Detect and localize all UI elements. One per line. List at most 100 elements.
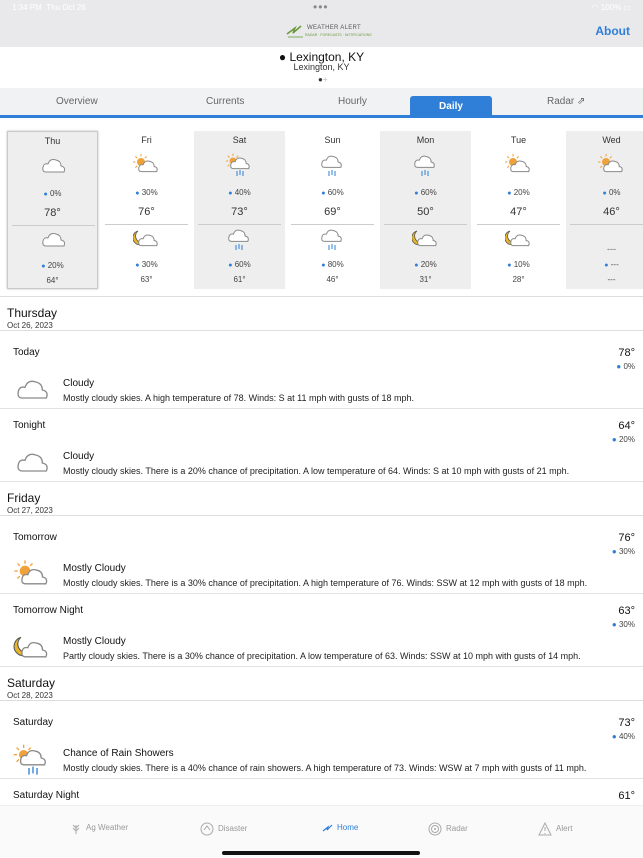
forecast-period[interactable]: Tomorrow 76° ● 30% Mostly Cloudy Mostly clou… [0, 521, 643, 594]
nav-disaster[interactable]: Disaster [200, 822, 247, 836]
period-description: Mostly cloudy skies. There is a 40% chan… [63, 763, 587, 773]
tab-currents[interactable]: Currents [206, 96, 244, 107]
cloudy-icon [42, 233, 66, 247]
tab-overview[interactable]: Overview [56, 96, 98, 107]
location-header[interactable]: ● Lexington, KY Lexington, KY ●+ [0, 47, 643, 88]
cloudy-icon [17, 453, 48, 472]
day-name: Thu [44, 136, 61, 146]
section-date: Oct 28, 2023 [7, 691, 53, 700]
divider [12, 225, 95, 226]
partly-cloudy-night-icon [505, 230, 530, 247]
day-precip: ● 20% [507, 188, 530, 197]
raindrop-icon: ● [507, 190, 512, 197]
forecast-period[interactable]: Saturday Night61°● 60% [0, 779, 643, 805]
day-name: Wed [602, 135, 621, 145]
period-name: Tonight [13, 420, 46, 431]
day-precip: ● 30% [135, 188, 158, 197]
forecast-period[interactable]: Saturday 73° ● 40% Chance of Rain Showers Mo… [0, 706, 643, 779]
period-condition: Chance of Rain Showers [63, 748, 174, 759]
period-precip: ● 30% [611, 547, 635, 556]
location-pager[interactable]: ●+ [318, 75, 328, 84]
daily-column-sun[interactable]: Sun ● 60% 69° ● 80% 46° [287, 131, 378, 289]
period-description: Mostly cloudy skies. There is a 20% chan… [63, 466, 570, 476]
about-button[interactable]: About [595, 24, 630, 38]
radar-icon [428, 822, 442, 836]
raindrop-icon: ● [321, 190, 326, 197]
low-temp: 64° [46, 276, 59, 285]
period-precip: ● 20% [611, 435, 635, 444]
day-precip: ● 60% [414, 188, 437, 197]
tab-daily[interactable]: Daily [410, 96, 492, 118]
cloudy-icon [17, 380, 48, 399]
section-date: Oct 26, 2023 [7, 321, 53, 330]
period-name: Tomorrow [13, 532, 57, 543]
status-time: 1:34 PM Thu Oct 26 [12, 3, 86, 12]
section-day-name: Friday [7, 491, 41, 505]
rain-icon [321, 155, 342, 176]
daily-details-list[interactable]: Thursday Oct 26, 2023 Today 78° ● 0% Cloudy Mo… [0, 297, 643, 805]
high-temp: 78° [44, 207, 61, 219]
logo-text: WEATHER ALERT [307, 25, 362, 31]
night-precip: ● 20% [41, 261, 64, 270]
home-indicator[interactable] [222, 851, 420, 855]
daily-column-thu[interactable]: Thu ● 0% 78° ● 20% 64° [7, 131, 98, 289]
tab-hourly[interactable]: Hourly [338, 96, 367, 107]
daily-column-tue[interactable]: Tue ● 20% 47° ● 10% 28° [473, 131, 564, 289]
period-temp: 61° [618, 790, 635, 802]
raindrop-icon: ● [228, 190, 233, 197]
day-name: Sat [232, 135, 247, 145]
raindrop-icon: ● [414, 262, 419, 269]
day-name: Sun [324, 135, 341, 145]
nav-ag-weather[interactable]: Ag Weather [70, 822, 128, 834]
day-section-header: Thursday Oct 26, 2023 [0, 297, 643, 331]
night-precip: ● 60% [228, 260, 251, 269]
daily-column-fri[interactable]: Fri ● 30% 76° ● 30% 63° [101, 131, 192, 289]
nav-alert[interactable]: Alert [538, 821, 572, 836]
section-date: Oct 27, 2023 [7, 506, 53, 515]
multitask-dots[interactable]: ••• [313, 0, 329, 14]
section-day-name: Saturday [7, 676, 56, 690]
nav-home[interactable]: Home [321, 822, 358, 834]
partly-cloudy-night-icon [13, 636, 48, 658]
day-precip: ● 60% [321, 188, 344, 197]
period-temp: 63° [618, 605, 635, 617]
period-precip: ● 30% [611, 620, 635, 629]
period-name: Saturday [13, 717, 54, 728]
divider [477, 224, 560, 225]
raindrop-icon: ● [611, 435, 617, 444]
divider [384, 224, 467, 225]
nav-radar[interactable]: Radar [428, 822, 468, 836]
forecast-period[interactable]: Tonight 64° ● 20% Cloudy Mostly cloudy skies… [0, 409, 643, 482]
period-description: Mostly cloudy skies. A high temperature … [63, 393, 415, 403]
daily-column-mon[interactable]: Mon ● 60% 50° ● 20% 31° [380, 131, 471, 289]
night-precip: ● 30% [135, 260, 158, 269]
high-temp: 73° [231, 206, 248, 218]
cloudy-icon [42, 159, 66, 173]
period-temp: 73° [618, 717, 635, 729]
period-condition: Mostly Cloudy [63, 563, 126, 574]
battery-level: ◠ 100% ▭ [591, 3, 631, 12]
rain-icon [414, 155, 435, 176]
section-day-name: Thursday [7, 306, 58, 320]
low-temp: 46° [326, 275, 339, 284]
daily-column-sat[interactable]: Sat ● 40% 73° ● 60% 61° [194, 131, 285, 289]
low-temp: 28° [512, 275, 525, 284]
sun-rain-icon [13, 744, 46, 775]
raindrop-icon: ● [611, 547, 617, 556]
forecast-period[interactable]: Tomorrow Night 63° ● 30% Mostly Cloudy Partl… [0, 594, 643, 667]
logo-subtext: RADAR · FORECASTS · NOTIFICATIONS [305, 33, 372, 37]
night-icon-placeholder: --- [607, 244, 616, 254]
period-condition: Mostly Cloudy [63, 636, 126, 647]
period-condition: Cloudy [63, 378, 95, 389]
raindrop-icon: ● [611, 620, 617, 629]
forecast-period[interactable]: Today 78° ● 0% Cloudy Mostly cloudy skies. A… [0, 336, 643, 409]
daily-column-wed[interactable]: Wed ● 0% 46° --- ● --- --- [566, 131, 643, 289]
period-precip: ● 40% [611, 732, 635, 741]
raindrop-icon: ● [604, 262, 609, 269]
period-name: Saturday Night [13, 790, 80, 801]
raindrop-icon: ● [414, 190, 419, 197]
weather-alert-logo: WEATHER ALERT RADAR · FORECASTS · NOTIFI… [285, 22, 372, 42]
period-temp: 64° [618, 420, 635, 432]
partly-sunny-icon [14, 560, 48, 585]
tab-radar[interactable]: Radar ⇗ [547, 96, 585, 107]
